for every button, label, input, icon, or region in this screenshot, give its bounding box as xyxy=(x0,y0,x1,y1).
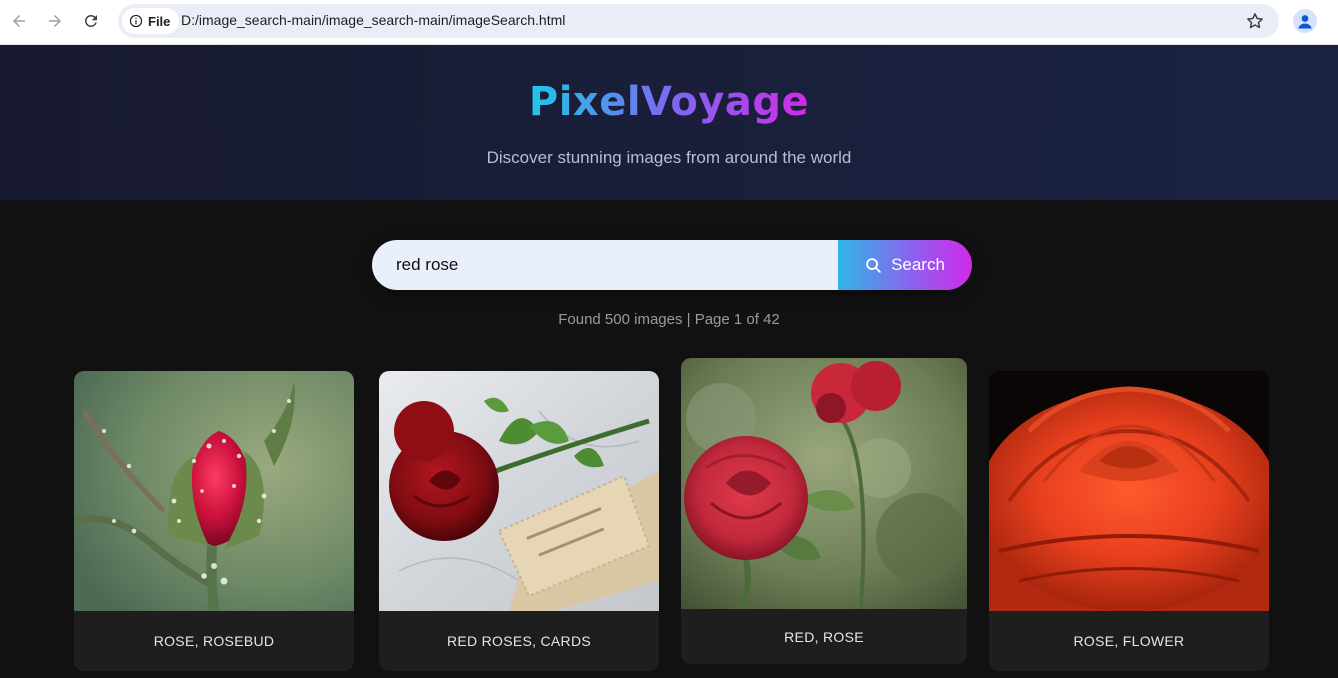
forward-button[interactable] xyxy=(41,7,69,35)
info-icon xyxy=(129,14,143,28)
browser-toolbar: File D:/image_search-main/image_search-m… xyxy=(0,0,1338,45)
site-info-chip[interactable]: File xyxy=(122,8,180,34)
image-card[interactable]: ROSE, FLOWER xyxy=(989,371,1269,671)
arrow-left-icon xyxy=(13,15,25,27)
site-subtitle: Discover stunning images from around the… xyxy=(486,148,852,167)
results-count: Found 500 images | Page 1 of 42 xyxy=(558,311,780,328)
person-icon xyxy=(1298,15,1312,29)
card-caption: RED, ROSE xyxy=(784,628,864,645)
reload-button[interactable] xyxy=(77,7,105,35)
red-rose-garden-image xyxy=(681,358,967,609)
hero-header: PixelVoyage Discover stunning images fro… xyxy=(0,45,1338,200)
card-caption: ROSE, FLOWER xyxy=(1073,633,1185,649)
search-button-label: Search xyxy=(891,255,945,274)
file-chip-label: File xyxy=(148,13,171,29)
back-button[interactable] xyxy=(5,7,33,35)
image-card[interactable]: ROSE, ROSEBUD xyxy=(74,371,354,671)
search-button[interactable]: Search xyxy=(838,240,972,290)
orange-rose-image xyxy=(989,371,1269,611)
card-caption: RED ROSES, CARDS xyxy=(446,633,592,649)
card-caption: ROSE, ROSEBUD xyxy=(153,633,275,649)
red-roses-cards-image xyxy=(379,371,659,611)
rosebud-image xyxy=(74,371,354,611)
image-card[interactable]: RED, ROSE xyxy=(681,358,967,664)
reload-icon xyxy=(84,14,97,27)
star-icon[interactable] xyxy=(1245,11,1265,31)
url-text[interactable]: D:/image_search-main/image_search-main/i… xyxy=(181,12,565,28)
site-title: PixelVoyage xyxy=(528,79,810,125)
address-bar[interactable]: File D:/image_search-main/image_search-m… xyxy=(118,4,1279,38)
search-icon xyxy=(866,257,881,273)
search-bar: Search xyxy=(372,240,972,290)
image-card[interactable]: RED ROSES, CARDS xyxy=(379,371,659,671)
search-input[interactable] xyxy=(372,240,838,290)
profile-button[interactable] xyxy=(1293,9,1317,33)
arrow-right-icon xyxy=(49,15,61,27)
